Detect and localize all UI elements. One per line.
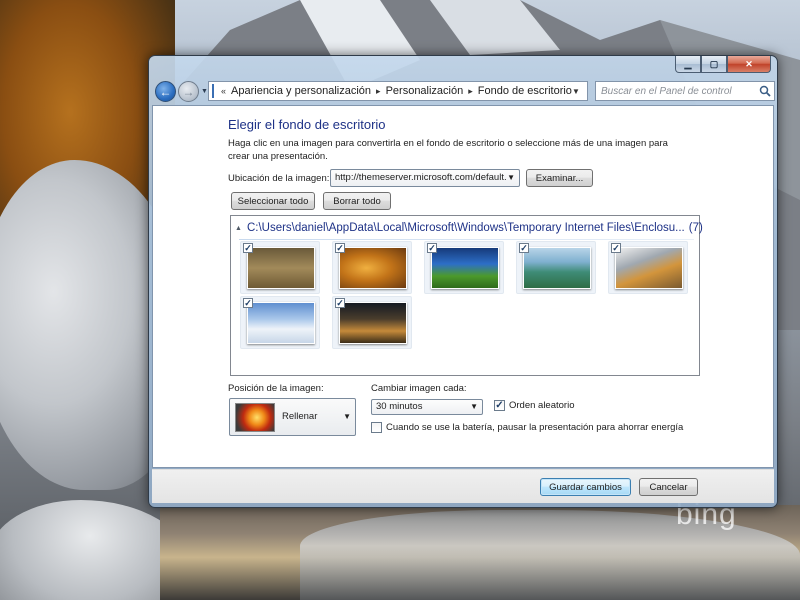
maximize-button[interactable]: ▢ <box>701 56 727 73</box>
battery-pause-option[interactable]: Cuando se use la batería, pausar la pres… <box>371 422 683 433</box>
breadcrumb-separator-icon[interactable]: ▸ <box>468 86 473 97</box>
breadcrumb-personalization[interactable]: Personalización <box>386 85 464 97</box>
browse-button[interactable]: Examinar... <box>526 169 593 187</box>
collapse-arrow-icon[interactable]: ▲ <box>235 225 242 232</box>
search-placeholder: Buscar en el Panel de control <box>601 85 732 97</box>
search-input[interactable]: Buscar en el Panel de control <box>595 81 775 101</box>
image-group-path: C:\Users\daniel\AppData\Local\Microsoft\… <box>246 222 685 234</box>
search-icon[interactable] <box>756 82 774 100</box>
image-location-value: http://themeserver.microsoft.com/default… <box>335 172 507 183</box>
image-checkbox[interactable]: ✓ <box>611 243 621 253</box>
cancel-button[interactable]: Cancelar <box>639 478 698 496</box>
chevron-down-icon: ▼ <box>343 412 351 421</box>
select-all-button[interactable]: Seleccionar todo <box>231 192 315 210</box>
image-checkbox[interactable]: ✓ <box>427 243 437 253</box>
thumbnail-stone-bridge <box>339 302 407 344</box>
save-changes-button[interactable]: Guardar cambios <box>540 478 631 496</box>
breadcrumb-appearance[interactable]: Apariencia y personalización <box>231 85 371 97</box>
arrow-left-icon: ← <box>159 84 172 99</box>
shuffle-label: Orden aleatorio <box>509 400 575 411</box>
breadcrumb-desktop-background[interactable]: Fondo de escritorio <box>478 85 572 97</box>
battery-pause-label: Cuando se use la batería, pausar la pres… <box>386 422 684 433</box>
image-tile-6[interactable]: ✓ <box>240 296 320 349</box>
navigation-bar: ← → ▼ « Apariencia y personalización ▸ P… <box>154 78 775 104</box>
page-description: Haga clic en una imagen para convertirla… <box>228 138 668 162</box>
minimize-button[interactable]: ▁ <box>675 56 701 73</box>
footer-bar: Guardar cambios Cancelar <box>152 469 774 503</box>
close-button[interactable]: ✕ <box>727 56 771 73</box>
shuffle-checkbox[interactable]: ✓ <box>494 400 505 411</box>
image-group-count: (7) <box>688 222 703 234</box>
change-interval-value: 30 minutos <box>376 401 423 412</box>
image-checkbox[interactable]: ✓ <box>335 243 345 253</box>
content-panel: Elegir el fondo de escritorio Haga clic … <box>152 105 774 468</box>
image-tile-2[interactable]: ✓ <box>332 241 412 294</box>
group-divider <box>239 239 694 240</box>
image-tile-4[interactable]: ✓ <box>516 241 596 294</box>
picture-position-select[interactable]: Rellenar ▼ <box>229 398 356 436</box>
image-location-label: Ubicación de la imagen: <box>228 173 330 184</box>
image-checkbox[interactable]: ✓ <box>243 243 253 253</box>
chevron-down-icon: ▼ <box>470 402 478 411</box>
thumbnail-autumn-leaves <box>339 247 407 289</box>
overflow-chevron-icon[interactable]: « <box>221 86 226 96</box>
thumbnail-mountain-canyon <box>615 247 683 289</box>
clear-all-button[interactable]: Borrar todo <box>323 192 391 210</box>
battery-pause-checkbox[interactable] <box>371 422 382 433</box>
shuffle-option[interactable]: ✓ Orden aleatorio <box>494 400 574 411</box>
breadcrumb-separator-icon[interactable]: ▸ <box>376 86 381 97</box>
arrow-right-icon: → <box>182 84 195 99</box>
image-group-header[interactable]: ▲ C:\Users\daniel\AppData\Local\Microsof… <box>235 222 703 234</box>
control-panel-icon <box>212 84 214 98</box>
thumbnail-animals-savanna <box>247 247 315 289</box>
image-checkbox[interactable]: ✓ <box>519 243 529 253</box>
image-checkbox[interactable]: ✓ <box>243 298 253 308</box>
picture-position-label: Posición de la imagen: <box>228 383 324 394</box>
thumbnail-waterfall-night <box>431 247 499 289</box>
change-interval-label: Cambiar imagen cada: <box>371 383 467 394</box>
chevron-down-icon[interactable]: ▼ <box>572 87 580 96</box>
position-preview-flower <box>235 403 275 432</box>
control-panel-window: ▁ ▢ ✕ ← → ▼ « Apariencia y personalizaci… <box>148 55 778 508</box>
picture-position-value: Rellenar <box>282 411 318 422</box>
address-bar[interactable]: « Apariencia y personalización ▸ Persona… <box>208 81 643 101</box>
image-tile-1[interactable]: ✓ <box>240 241 320 294</box>
image-tile-5[interactable]: ✓ <box>608 241 688 294</box>
change-interval-select[interactable]: 30 minutos ▼ <box>371 399 483 415</box>
thumbnail-green-coast <box>523 247 591 289</box>
window-controls: ▁ ▢ ✕ <box>675 56 771 73</box>
image-list[interactable]: ▲ C:\Users\daniel\AppData\Local\Microsof… <box>230 215 703 376</box>
thumbnail-snow-dunes <box>247 302 315 344</box>
recent-pages-dropdown[interactable]: ▼ <box>201 88 208 95</box>
image-tile-3[interactable]: ✓ <box>424 241 504 294</box>
page-title: Elegir el fondo de escritorio <box>228 117 386 132</box>
chevron-down-icon: ▼ <box>507 173 515 182</box>
forward-button[interactable]: → <box>178 81 199 102</box>
image-tile-7[interactable]: ✓ <box>332 296 412 349</box>
image-location-select[interactable]: http://themeserver.microsoft.com/default… <box>330 169 520 187</box>
image-checkbox[interactable]: ✓ <box>335 298 345 308</box>
back-button[interactable]: ← <box>155 81 176 102</box>
